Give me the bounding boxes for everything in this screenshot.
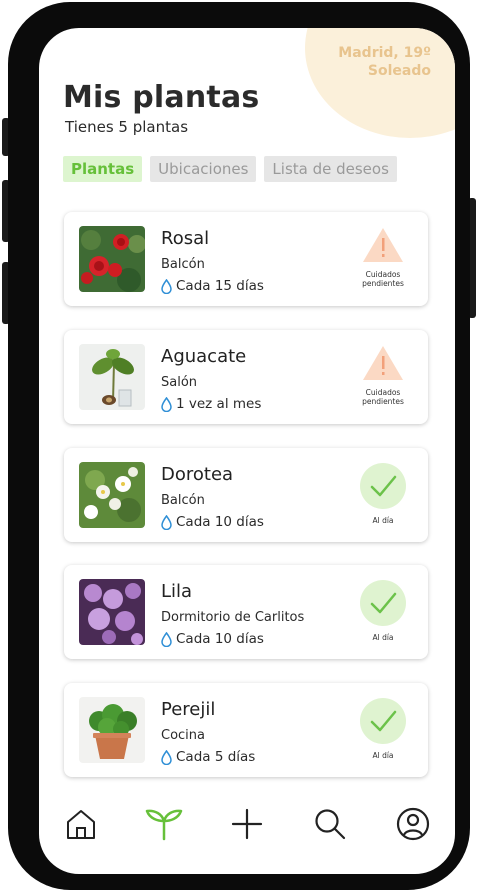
- care-status-warning: Cuidados pendientes: [352, 226, 414, 288]
- plant-count: Tienes 5 plantas: [65, 118, 189, 136]
- status-label: Al día: [372, 751, 394, 760]
- profile-icon: [397, 807, 430, 841]
- plant-sprout-icon: [145, 809, 183, 841]
- care-status-ok: Al día: [352, 697, 414, 760]
- phone-frame: Madrid, 19º Soleado Mis plantas Tienes 5…: [8, 2, 470, 890]
- status-label: Cuidados pendientes: [362, 270, 404, 288]
- plant-watering: Cada 10 días: [161, 514, 264, 530]
- nav-profile[interactable]: [393, 804, 433, 844]
- care-status-ok: Al día: [352, 579, 414, 642]
- check-circle-icon: [360, 698, 406, 744]
- nav-plants[interactable]: [144, 804, 184, 844]
- weather-widget: Madrid, 19º Soleado: [338, 44, 431, 80]
- check-circle-icon: [360, 580, 406, 626]
- watering-frequency: Cada 5 días: [176, 749, 256, 765]
- plant-name: Perejil: [161, 699, 216, 720]
- status-label: Al día: [372, 516, 394, 525]
- tab-bar: Plantas Ubicaciones Lista de deseos: [63, 156, 397, 182]
- plant-card-dorotea[interactable]: Dorotea Balcón Cada 10 días Al día: [64, 448, 428, 542]
- check-circle-icon: [360, 463, 406, 509]
- care-status-ok: Al día: [352, 462, 414, 525]
- plant-name: Aguacate: [161, 346, 247, 367]
- water-drop-icon: [161, 278, 172, 294]
- status-label: Cuidados pendientes: [362, 388, 404, 406]
- plant-card-aguacate[interactable]: Aguacate Salón 1 vez al mes Cuidados pen…: [64, 330, 428, 424]
- watering-frequency: Cada 10 días: [176, 631, 264, 647]
- plant-photo-perejil: [79, 697, 145, 763]
- search-icon: [315, 809, 346, 840]
- plus-icon: [231, 808, 263, 840]
- nav-add[interactable]: [227, 804, 267, 844]
- nav-search[interactable]: [310, 804, 350, 844]
- warning-icon: [363, 228, 403, 262]
- page-title: Mis plantas: [63, 80, 260, 115]
- plant-location: Salón: [161, 375, 198, 390]
- tab-plantas[interactable]: Plantas: [63, 156, 143, 182]
- nav-home[interactable]: [61, 804, 101, 844]
- plant-photo-dorotea: [79, 462, 145, 528]
- tab-lista-de-deseos[interactable]: Lista de deseos: [264, 156, 397, 182]
- water-drop-icon: [161, 749, 172, 765]
- water-drop-icon: [161, 396, 172, 412]
- watering-frequency: 1 vez al mes: [176, 396, 262, 412]
- plant-name: Dorotea: [161, 464, 234, 485]
- app-screen: Madrid, 19º Soleado Mis plantas Tienes 5…: [39, 28, 455, 874]
- weather-location-temp: Madrid, 19º: [338, 45, 431, 61]
- care-status-warning: Cuidados pendientes: [352, 344, 414, 406]
- home-icon: [66, 810, 95, 839]
- plant-location: Cocina: [161, 728, 205, 743]
- status-label: Al día: [372, 633, 394, 642]
- weather-condition: Soleado: [367, 63, 431, 79]
- plant-location: Dormitorio de Carlitos: [161, 610, 305, 625]
- bottom-navigation: [39, 794, 455, 854]
- water-drop-icon: [161, 631, 172, 647]
- watering-frequency: Cada 15 días: [176, 278, 264, 294]
- plant-card-perejil[interactable]: Perejil Cocina Cada 5 días Al día: [64, 683, 428, 777]
- plant-watering: Cada 15 días: [161, 278, 264, 294]
- plant-name: Rosal: [161, 228, 210, 249]
- warning-icon: [363, 346, 403, 380]
- plant-location: Balcón: [161, 257, 205, 272]
- plant-photo-aguacate: [79, 344, 145, 410]
- plant-name: Lila: [161, 581, 193, 602]
- tab-ubicaciones[interactable]: Ubicaciones: [150, 156, 257, 182]
- water-drop-icon: [161, 514, 172, 530]
- plant-watering: 1 vez al mes: [161, 396, 261, 412]
- plant-photo-rosal: [79, 226, 145, 292]
- watering-frequency: Cada 10 días: [176, 514, 264, 530]
- plant-watering: Cada 5 días: [161, 749, 255, 765]
- plant-location: Balcón: [161, 493, 205, 508]
- plant-photo-lila: [79, 579, 145, 645]
- plant-card-rosal[interactable]: Rosal Balcón Cada 15 días Cuidados pendi…: [64, 212, 428, 306]
- plant-watering: Cada 10 días: [161, 631, 264, 647]
- plant-card-lila[interactable]: Lila Dormitorio de Carlitos Cada 10 días…: [64, 565, 428, 659]
